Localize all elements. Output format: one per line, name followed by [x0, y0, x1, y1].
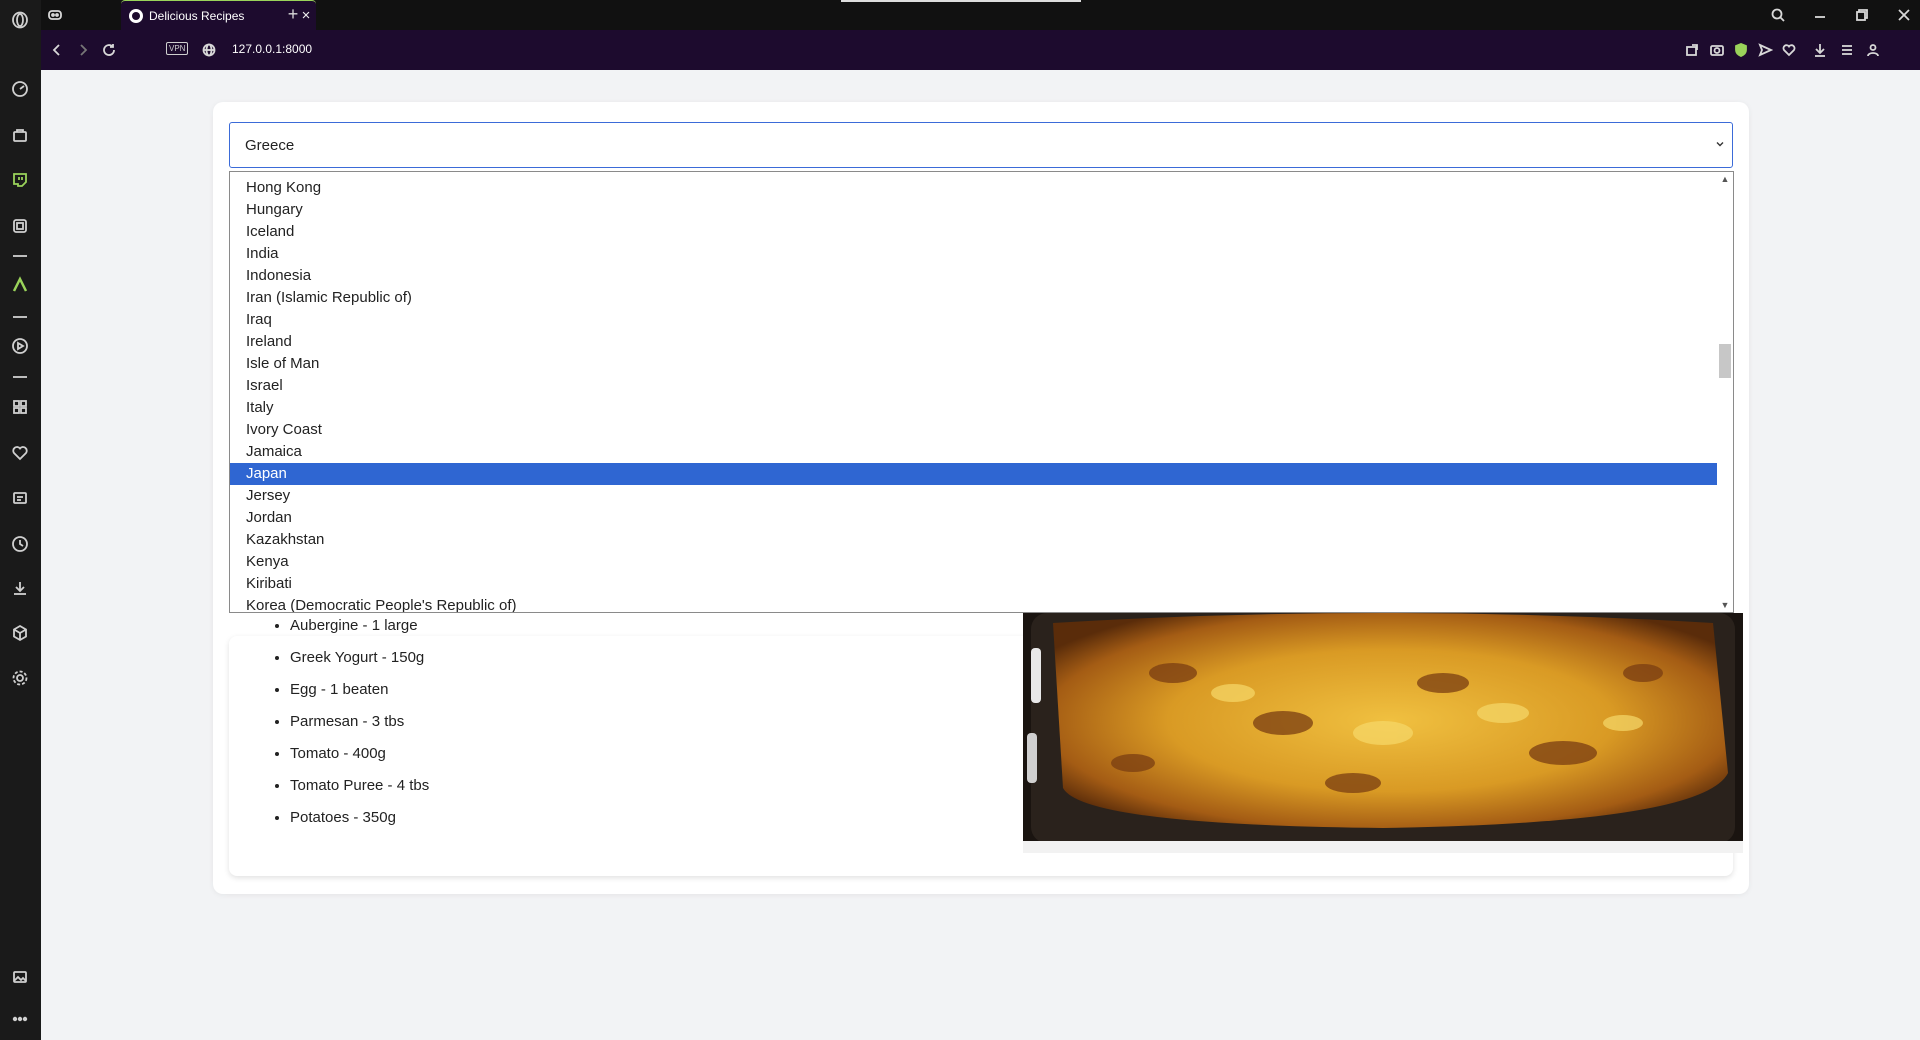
extensions-icon[interactable]: [9, 396, 31, 418]
aria-icon[interactable]: [9, 274, 31, 296]
country-option[interactable]: Iran (Islamic Republic of): [230, 287, 1717, 309]
minimize-icon[interactable]: [1811, 6, 1829, 24]
country-option[interactable]: Indonesia: [230, 265, 1717, 287]
country-option[interactable]: Ivory Coast: [230, 419, 1717, 441]
sidebar-separator: [13, 255, 27, 257]
image-icon[interactable]: [9, 966, 31, 988]
country-select[interactable]: Greece: [229, 122, 1733, 168]
country-option[interactable]: Jersey: [230, 485, 1717, 507]
tab-bar: Delicious Recipes × +: [41, 0, 1920, 30]
window-drag-indicator: [841, 0, 1081, 2]
country-option[interactable]: Italy: [230, 397, 1717, 419]
send-icon[interactable]: [1757, 42, 1773, 58]
ingredient-item: Tomato - 400g: [290, 738, 429, 770]
search-icon[interactable]: [1769, 6, 1787, 24]
back-icon[interactable]: [49, 42, 65, 58]
country-options: Hong Kong Hungary Iceland India Indonesi…: [230, 177, 1717, 612]
vpn-badge[interactable]: VPN: [166, 42, 189, 55]
globe-icon: [129, 8, 143, 23]
more-icon[interactable]: [9, 1008, 31, 1030]
country-option[interactable]: Iceland: [230, 221, 1717, 243]
country-option[interactable]: Israel: [230, 375, 1717, 397]
country-option[interactable]: Iraq: [230, 309, 1717, 331]
country-option[interactable]: Kazakhstan: [230, 529, 1717, 551]
scrollbar-thumb[interactable]: [1719, 344, 1731, 378]
downloads-icon[interactable]: [9, 577, 31, 599]
menu-icon[interactable]: [1839, 42, 1855, 58]
chevron-down-icon: [1716, 142, 1724, 147]
country-option-highlighted[interactable]: Japan: [230, 463, 1717, 485]
opera-logo-icon[interactable]: [9, 9, 31, 31]
crypto-wallet-icon[interactable]: [9, 215, 31, 237]
ingredient-item: Potatoes - 350g: [290, 802, 429, 834]
country-option[interactable]: Isle of Man: [230, 353, 1717, 375]
my-flow-icon[interactable]: [9, 487, 31, 509]
country-select-value: Greece: [245, 136, 295, 154]
page-content: Aubergine - 1 large Greek Yogurt - 150g …: [41, 70, 1920, 1040]
ingredient-item: Tomato Puree - 4 tbs: [290, 770, 429, 802]
url-field[interactable]: 127.0.0.1:8000: [232, 42, 312, 56]
share-icon[interactable]: [1684, 42, 1700, 58]
country-option[interactable]: Hungary: [230, 199, 1717, 221]
ingredients-list: Aubergine - 1 large Greek Yogurt - 150g …: [270, 610, 429, 834]
site-info-icon[interactable]: [201, 42, 217, 58]
ingredient-item: Egg - 1 beaten: [290, 674, 429, 706]
reload-icon[interactable]: [101, 42, 117, 58]
speed-dial-icon[interactable]: [9, 78, 31, 100]
country-option[interactable]: Hong Kong: [230, 177, 1717, 199]
ingredient-item: Greek Yogurt - 150g: [290, 642, 429, 674]
sidebar-separator: [13, 316, 27, 318]
country-option[interactable]: Kenya: [230, 551, 1717, 573]
scroll-down-icon[interactable]: ▼: [1720, 600, 1730, 610]
country-option[interactable]: Jamaica: [230, 441, 1717, 463]
new-tab-button[interactable]: +: [283, 4, 303, 24]
ingredient-item: Parmesan - 3 tbs: [290, 706, 429, 738]
sidebar-separator: [13, 376, 27, 378]
recipe-photo: [1023, 613, 1743, 853]
twitch-icon[interactable]: [9, 169, 31, 191]
country-option[interactable]: Ireland: [230, 331, 1717, 353]
tab-title: Delicious Recipes: [149, 8, 245, 23]
cube-icon[interactable]: [9, 622, 31, 644]
browser-sidebar: [0, 0, 41, 1040]
country-option[interactable]: Korea (Democratic People's Republic of): [230, 595, 1717, 612]
player-icon[interactable]: [9, 335, 31, 357]
settings-icon[interactable]: [9, 667, 31, 689]
address-bar: VPN 127.0.0.1:8000: [41, 30, 1920, 70]
ingredient-item: Aubergine - 1 large: [290, 610, 429, 642]
shopping-icon[interactable]: [9, 124, 31, 146]
country-option[interactable]: India: [230, 243, 1717, 265]
camera-icon[interactable]: [1709, 42, 1725, 58]
restore-icon[interactable]: [1853, 6, 1871, 24]
forward-icon[interactable]: [75, 42, 91, 58]
scroll-up-icon[interactable]: ▲: [1720, 174, 1730, 184]
close-window-icon[interactable]: [1895, 6, 1913, 24]
country-option[interactable]: Kiribati: [230, 573, 1717, 595]
tab-workspaces-icon[interactable]: [47, 7, 63, 23]
download-icon[interactable]: [1812, 42, 1828, 58]
adblock-shield-icon[interactable]: [1733, 42, 1749, 58]
bookmarks-icon[interactable]: [9, 442, 31, 464]
dropdown-scrollbar[interactable]: ▲ ▼: [1717, 172, 1733, 612]
heart-icon[interactable]: [1781, 42, 1797, 58]
history-icon[interactable]: [9, 533, 31, 555]
country-dropdown-list[interactable]: Hong Kong Hungary Iceland India Indonesi…: [229, 171, 1734, 613]
profile-icon[interactable]: [1865, 42, 1881, 58]
country-option[interactable]: Jordan: [230, 507, 1717, 529]
